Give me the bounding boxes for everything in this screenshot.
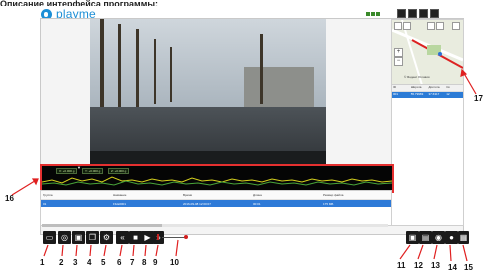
callout-arrows — [11, 68, 477, 262]
